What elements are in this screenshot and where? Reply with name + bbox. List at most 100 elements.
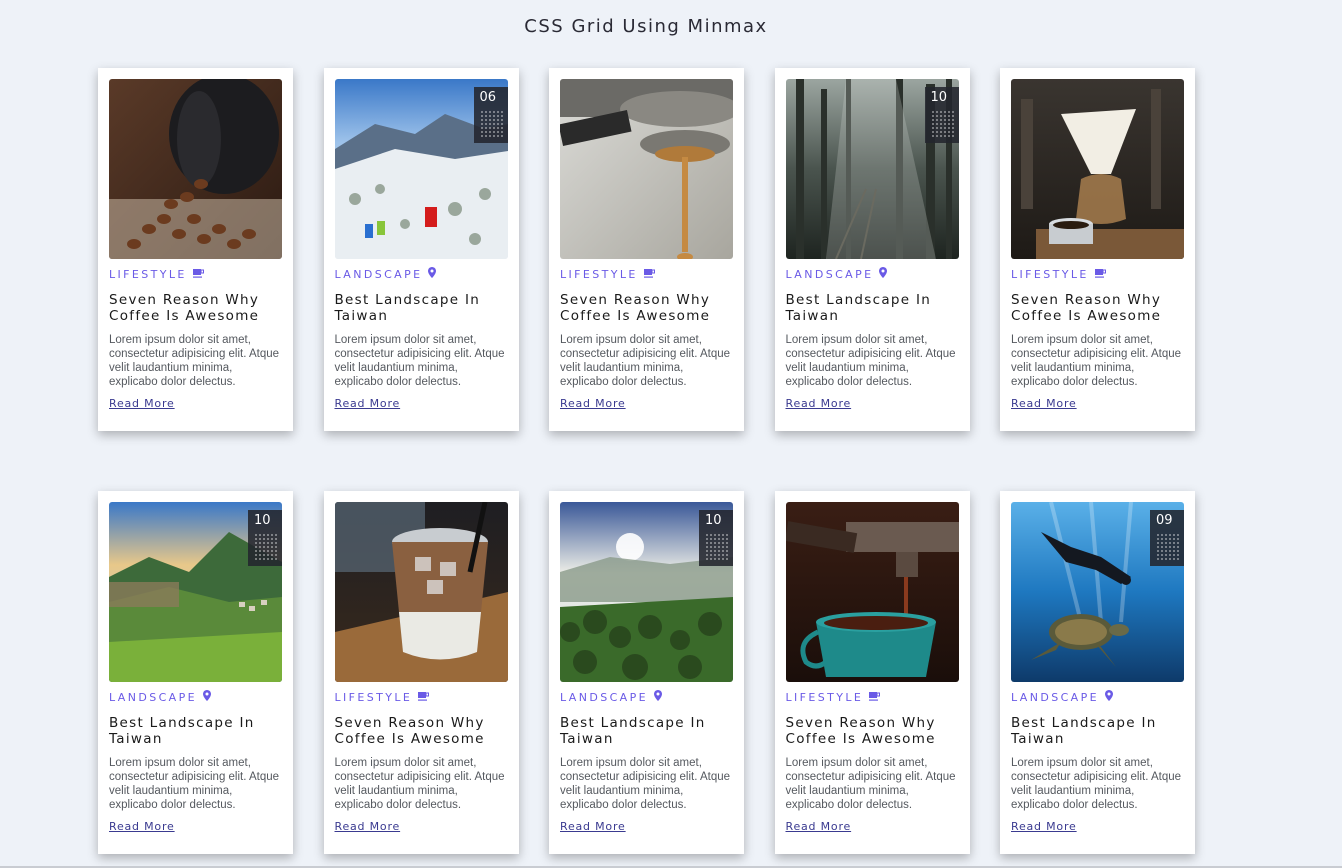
category-label: LANDSCAPE [109,690,197,704]
card-title-line: Seven Reason Why [334,715,485,731]
blog-card: 10 LANDSCAPE Best Landscape In Taiwan Lo… [98,491,293,854]
category-label: LIFESTYLE [560,267,638,281]
category-label: LANDSCAPE [785,267,874,281]
espresso-machine-image [560,79,733,259]
read-more-link[interactable]: Read More [1011,820,1077,833]
card-title-line: Seven Reason Why [109,292,260,308]
read-more-link[interactable]: Read More [560,397,626,410]
read-more-link[interactable]: Read More [786,397,852,410]
card-title-line: Coffee Is Awesome [334,731,485,747]
card-title-line: Taiwan [109,731,163,747]
card-title: Seven Reason Why Coffee Is Awesome [1011,292,1184,324]
category-label: LIFESTYLE [109,267,187,281]
card-category: LIFESTYLE [1011,267,1184,281]
card-title-line: Best Landscape In [560,715,706,731]
card-category: LANDSCAPE [109,690,282,704]
page-title: CSS Grid Using Minmax [524,16,768,37]
read-more-link[interactable]: Read More [335,397,401,410]
category-label: LIFESTYLE [785,690,864,704]
map-pin-icon [1104,690,1113,704]
forest-railway-image: 10 [785,79,959,259]
coffee-beans-image [109,79,282,259]
category-label: LIFESTYLE [334,690,413,704]
card-excerpt: Lorem ipsum dolor sit amet, consectetur … [785,757,956,811]
date-badge: 09 [1150,510,1184,566]
blog-card: 10 LANDSCAPE Best Landscape In Taiwan Lo… [774,68,970,431]
card-title-line: Seven Reason Why [560,292,711,308]
diver-turtle-image: 09 [1011,502,1184,682]
card-grid: LIFESTYLE Seven Reason Why Coffee Is Awe… [98,68,1195,854]
card-category: LANDSCAPE [785,267,959,281]
date-badge-day: 06 [479,90,497,105]
coffee-cup-icon [418,691,430,704]
calendar-grid [479,110,504,138]
coffee-cup-icon [1094,268,1106,281]
date-badge: 10 [924,87,959,143]
card-title: Seven Reason Why Coffee Is Awesome [786,715,959,747]
card-title-line: Best Landscape In [785,292,932,308]
card-title: Best Landscape In Taiwan [786,292,959,324]
espresso-cup-image [785,502,959,682]
calendar-grid [1156,533,1180,561]
card-title-line: Coffee Is Awesome [109,308,260,324]
blog-card: 06 LANDSCAPE Best Landscape In Taiwan Lo… [323,68,519,431]
card-category: LIFESTYLE [560,267,733,281]
category-label: LIFESTYLE [1011,267,1089,281]
card-title-line: Best Landscape In [1011,715,1157,731]
card-title: Seven Reason Why Coffee Is Awesome [560,292,733,324]
category-label: LANDSCAPE [560,690,648,704]
blog-card: LIFESTYLE Seven Reason Why Coffee Is Awe… [323,491,519,854]
sunrise-valley-image: 10 [560,502,733,682]
blog-card: LIFESTYLE Seven Reason Why Coffee Is Awe… [1000,68,1195,431]
card-excerpt: Lorem ipsum dolor sit amet, consectetur … [334,334,505,388]
card-title: Best Landscape In Taiwan [1011,715,1184,747]
card-excerpt: Lorem ipsum dolor sit amet, consectetur … [334,757,505,811]
card-title: Best Landscape In Taiwan [109,715,282,747]
card-title-line: Taiwan [785,308,840,324]
card-title-line: Coffee Is Awesome [1011,308,1162,324]
category-label: LANDSCAPE [1011,690,1099,704]
card-excerpt: Lorem ipsum dolor sit amet, consectetur … [785,334,956,388]
card-title-line: Seven Reason Why [785,715,936,731]
map-pin-icon [653,690,662,704]
iced-coffee-image [334,502,508,682]
card-title-line: Taiwan [334,308,389,324]
card-title-line: Coffee Is Awesome [560,308,711,324]
read-more-link[interactable]: Read More [109,397,175,410]
coffee-cup-icon [869,691,881,704]
card-title: Seven Reason Why Coffee Is Awesome [109,292,282,324]
blog-card: 10 LANDSCAPE Best Landscape In Taiwan Lo… [549,491,744,854]
blog-card: LIFESTYLE Seven Reason Why Coffee Is Awe… [549,68,744,431]
pour-over-coffee-image [1011,79,1184,259]
date-badge: 06 [473,87,508,143]
read-more-link[interactable]: Read More [1011,397,1077,410]
calendar-grid [930,110,955,138]
card-title-line: Taiwan [560,731,614,747]
blog-card: LIFESTYLE Seven Reason Why Coffee Is Awe… [774,491,970,854]
read-more-link[interactable]: Read More [560,820,626,833]
card-excerpt: Lorem ipsum dolor sit amet, consectetur … [1011,757,1182,811]
card-category: LANDSCAPE [560,690,733,704]
date-badge-day: 10 [705,513,722,528]
card-excerpt: Lorem ipsum dolor sit amet, consectetur … [109,334,280,388]
coffee-cup-icon [192,268,204,281]
category-label: LANDSCAPE [334,267,423,281]
blog-card: 09 LANDSCAPE Best Landscape In Taiwan Lo… [1000,491,1195,854]
card-title: Seven Reason Why Coffee Is Awesome [335,715,508,747]
map-pin-icon [202,690,211,704]
card-category: LANDSCAPE [334,267,508,281]
date-badge-day: 10 [254,513,271,528]
read-more-link[interactable]: Read More [786,820,852,833]
calendar-grid [254,533,278,561]
card-title: Best Landscape In Taiwan [335,292,508,324]
card-title-line: Coffee Is Awesome [785,731,936,747]
read-more-link[interactable]: Read More [109,820,175,833]
snowy-mountain-image: 06 [334,79,508,259]
coffee-cup-icon [643,268,655,281]
green-terrace-mountain-image: 10 [109,502,282,682]
date-badge: 10 [699,510,733,566]
date-badge-day: 10 [930,90,948,105]
read-more-link[interactable]: Read More [335,820,401,833]
date-badge-day: 09 [1156,513,1173,528]
blog-card: LIFESTYLE Seven Reason Why Coffee Is Awe… [98,68,293,431]
